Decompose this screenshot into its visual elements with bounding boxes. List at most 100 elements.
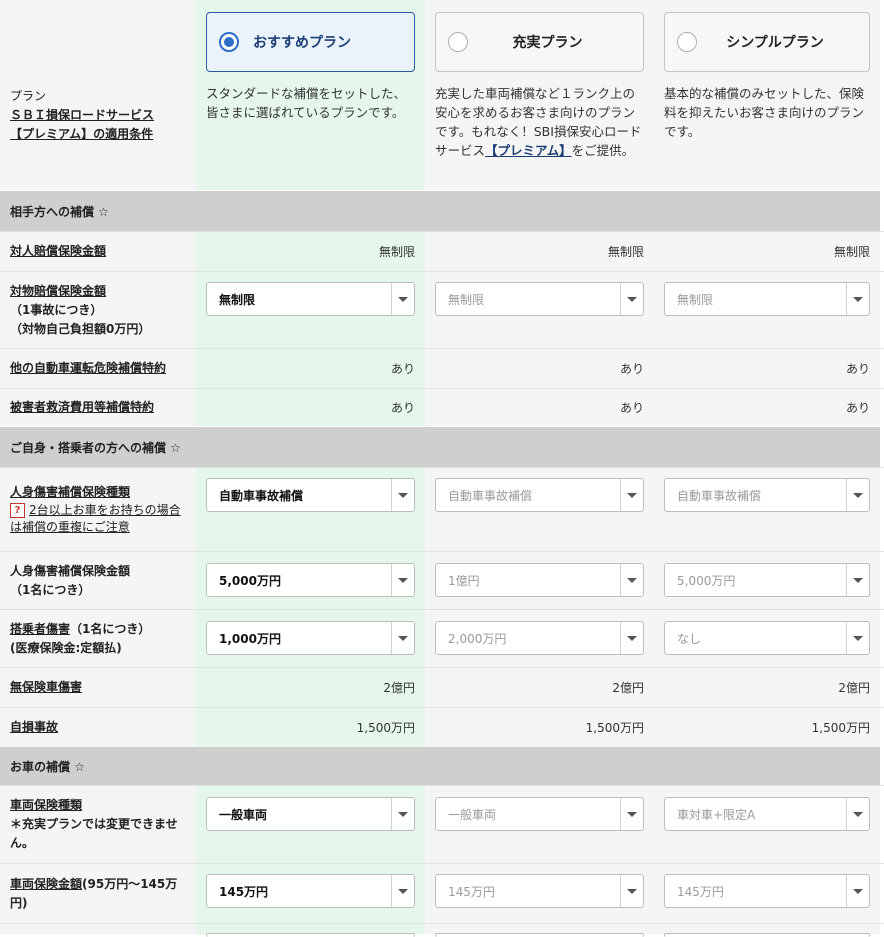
select-cell: 一般車両: [425, 786, 654, 863]
value-cell: あり: [425, 349, 654, 388]
plan-name: 充実プラン: [512, 35, 583, 51]
select-cell: なし: [654, 610, 880, 667]
chevron-down-icon: [391, 875, 414, 907]
radio-icon: [677, 32, 697, 52]
select-cell: 車対車+限定A: [654, 786, 880, 863]
injury-type-select-simple[interactable]: 自動車事故補償: [664, 478, 870, 512]
vehicle-amount-select-simple[interactable]: 145万円: [664, 874, 870, 908]
plan-description: 基本的な補償のみセットした、保険料を抑えたいお客さま向けのプランです。: [664, 86, 865, 139]
chevron-down-icon: [391, 564, 414, 596]
injury-type-select-full[interactable]: 自動車事故補償: [435, 478, 644, 512]
select-cell: 145万円: [425, 864, 654, 923]
select-value: 145万円: [219, 884, 269, 899]
row-vehicle-amount: 車両保険金額(95万円〜145万円) 145万円 145万円 145万円: [0, 863, 884, 923]
select-cell: 自動車事故補償: [425, 468, 654, 551]
select-cell: 1,000万円: [196, 610, 425, 667]
radio-icon: [448, 32, 468, 52]
passenger-sub: (医療保険金:定額払): [10, 640, 122, 655]
injury-type-select-recommended[interactable]: 自動車事故補償: [206, 478, 415, 512]
bodily-liability-label[interactable]: 対人賠償保険金額: [10, 242, 188, 261]
plan-header-row: プラン ＳＢＩ損保ロードサービス 【プレミアム】の適用条件 おすすめプラン スタ…: [0, 0, 884, 190]
premium-link[interactable]: 【プレミアム】: [485, 143, 572, 158]
select-value: 1,000万円: [219, 631, 281, 646]
vehicle-type-select-recommended[interactable]: 一般車両: [206, 797, 415, 831]
help-icon: ?: [10, 503, 25, 518]
chevron-down-icon: [620, 564, 643, 596]
plan-button-simple[interactable]: シンプルプラン: [664, 12, 870, 72]
road-service-link[interactable]: ＳＢＩ損保ロードサービス: [10, 106, 188, 125]
passenger-select-recommended[interactable]: 1,000万円: [206, 621, 415, 655]
injury-amount-select-full[interactable]: 1億円: [435, 563, 644, 597]
value-cell: 2億円: [196, 668, 425, 707]
select-value: 自動車事故補償: [677, 488, 762, 503]
select-cell: 1億円: [425, 552, 654, 609]
vehicle-type-note: ＊充実プランでは変更できません。: [10, 817, 178, 850]
row-label-cell: 無保険車傷害: [0, 668, 196, 707]
section-title: お車の補償 ☆: [10, 759, 85, 774]
row-passenger-injury: 搭乗者傷害（1名につき） (医療保険金:定額払) 1,000万円 2,000万円…: [0, 609, 884, 667]
chevron-down-icon: [391, 283, 414, 315]
row-label-cell: 人身傷害補償保険金額 （1名につき）: [0, 552, 196, 609]
road-service-premium-link[interactable]: 【プレミアム】の適用条件: [10, 125, 188, 144]
row-vehicle-type: 車両保険種類 ＊充実プランでは変更できません。 一般車両 一般車両 車対車+限定…: [0, 785, 884, 863]
duplicate-coverage-hint[interactable]: ? 2台以上お車をお持ちの場合は補償の重複にご注意: [10, 502, 188, 536]
row-label-cell: 他の自動車運転危険補償特約: [0, 349, 196, 388]
plan-description-text: をご提供。: [571, 143, 635, 158]
select-cell: 5,000万円: [654, 552, 880, 609]
plan-button-full[interactable]: 充実プラン: [435, 12, 644, 72]
passenger-select-simple[interactable]: なし: [664, 621, 870, 655]
plan-description: スタンダードな補償をセットした、皆さまに選ばれているプランです。: [206, 86, 407, 120]
select-value: 2,000万円: [448, 631, 507, 646]
chevron-down-icon: [846, 479, 869, 511]
value-cell: 無制限: [654, 232, 880, 271]
row-label-cell: [0, 924, 196, 934]
select-cell: 5,000万円: [196, 552, 425, 609]
chevron-down-icon: [391, 798, 414, 830]
select-cell: 自動車事故補償: [654, 468, 880, 551]
section-header-opponent: 相手方への補償 ☆: [0, 191, 880, 231]
passenger-injury-label[interactable]: 搭乗者傷害: [10, 622, 70, 636]
property-select-full[interactable]: 無制限: [435, 282, 644, 316]
self-accident-label[interactable]: 自損事故: [10, 718, 188, 737]
vehicle-type-label[interactable]: 車両保険種類: [10, 796, 188, 815]
property-liability-label[interactable]: 対物賠償保険金額: [10, 282, 188, 301]
select-cell: [425, 924, 654, 937]
property-select-simple[interactable]: 無制限: [664, 282, 870, 316]
select-value: 一般車両: [448, 807, 497, 822]
vehicle-type-select-simple[interactable]: 車対車+限定A: [664, 797, 870, 831]
passenger-label-suffix: （1名につき）: [70, 621, 151, 636]
property-select-recommended[interactable]: 無制限: [206, 282, 415, 316]
victim-relief-label[interactable]: 被害者救済費用等補償特約: [10, 398, 188, 417]
vehicle-amount-select-recommended[interactable]: 145万円: [206, 874, 415, 908]
vehicle-amount-label[interactable]: 車両保険金額: [10, 877, 82, 891]
injury-amount-label: 人身傷害補償保険金額: [10, 563, 131, 578]
passenger-select-full[interactable]: 2,000万円: [435, 621, 644, 655]
injury-type-label[interactable]: 人身傷害補償保険種類: [10, 483, 188, 502]
plan-label-cell: プラン ＳＢＩ損保ロードサービス 【プレミアム】の適用条件: [0, 0, 196, 190]
vehicle-amount-select-full[interactable]: 145万円: [435, 874, 644, 908]
select-value: 無制限: [677, 292, 714, 307]
select-value: なし: [677, 631, 702, 646]
other-car-label[interactable]: 他の自動車運転危険補償特約: [10, 359, 188, 378]
select-cell: 自動車事故補償: [196, 468, 425, 551]
value-cell: あり: [196, 349, 425, 388]
select-value: 一般車両: [219, 807, 268, 822]
value-cell: 無制限: [196, 232, 425, 271]
injury-amount-select-recommended[interactable]: 5,000万円: [206, 563, 415, 597]
row-bodily-liability: 対人賠償保険金額 無制限 無制限 無制限: [0, 231, 884, 271]
value-cell: あり: [654, 349, 880, 388]
plan-button-recommended[interactable]: おすすめプラン: [206, 12, 415, 72]
section-title: 相手方への補償 ☆: [10, 204, 109, 219]
select-value: 車対車+限定A: [677, 807, 756, 822]
vehicle-type-select-full[interactable]: 一般車両: [435, 797, 644, 831]
select-value: 無制限: [219, 292, 256, 307]
uninsured-label[interactable]: 無保険車傷害: [10, 678, 188, 697]
value-cell: 2億円: [654, 668, 880, 707]
chevron-down-icon: [620, 479, 643, 511]
select-cell: 無制限: [425, 272, 654, 348]
value-cell: あり: [425, 389, 654, 426]
value-cell: 1,500万円: [196, 708, 425, 747]
injury-amount-select-simple[interactable]: 5,000万円: [664, 563, 870, 597]
row-label-cell: 車両保険種類 ＊充実プランでは変更できません。: [0, 786, 196, 863]
chevron-down-icon: [620, 875, 643, 907]
